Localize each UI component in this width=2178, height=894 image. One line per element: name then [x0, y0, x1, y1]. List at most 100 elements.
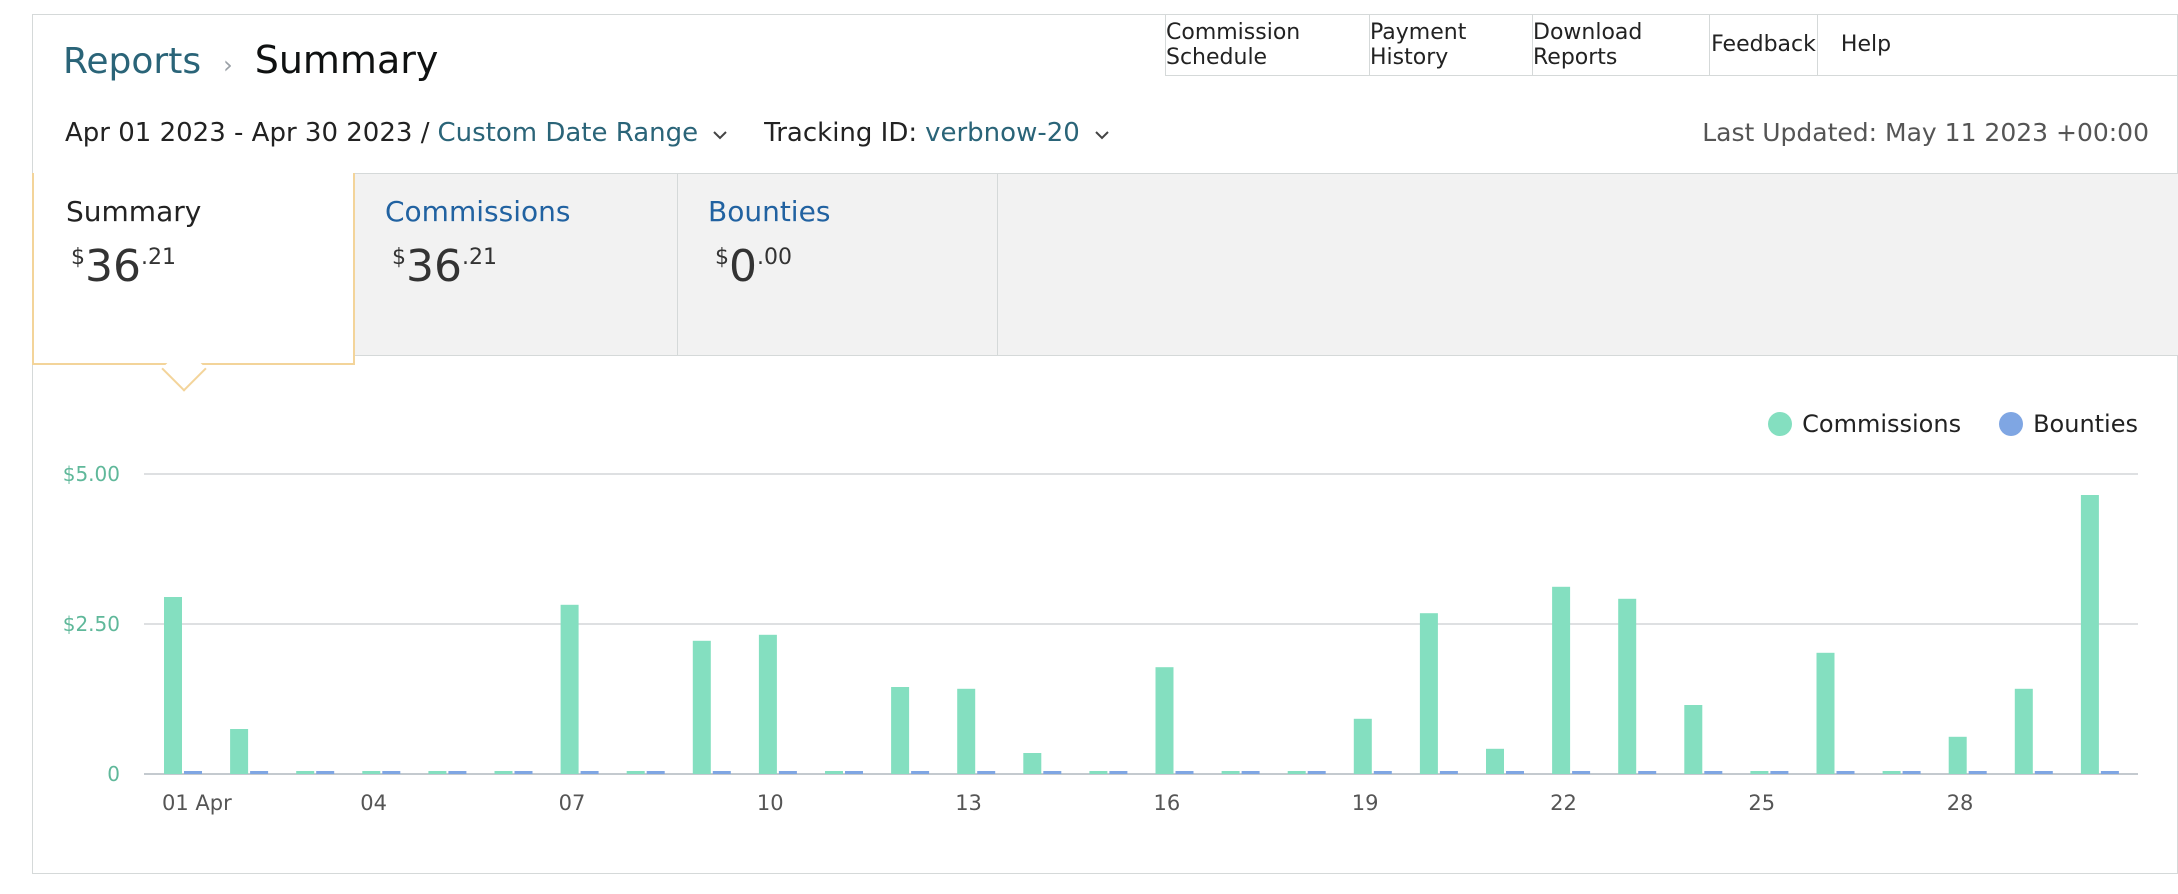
x-tick-label: 04	[360, 791, 387, 815]
commission-bar[interactable]	[230, 729, 249, 774]
bounty-bar[interactable]	[646, 771, 665, 774]
last-updated-text: Last Updated: May 11 2023 +00:00	[1702, 118, 2149, 147]
tile-commissions[interactable]: Commissions $36.21	[355, 173, 678, 356]
bounty-bar[interactable]	[184, 771, 202, 774]
x-tick-label: 07	[559, 791, 586, 815]
commission-bar[interactable]	[560, 604, 579, 774]
bounty-bar[interactable]	[977, 771, 996, 774]
commission-bar[interactable]	[296, 771, 315, 774]
commission-bar[interactable]	[494, 771, 513, 774]
bounty-bar[interactable]	[1439, 771, 1458, 774]
bounty-bar[interactable]	[845, 771, 863, 774]
bounty-bar[interactable]	[2100, 771, 2119, 774]
commission-bar[interactable]	[626, 771, 645, 774]
legend-commissions-dot	[1768, 412, 1793, 436]
commission-bar[interactable]	[825, 771, 843, 774]
tracking-id-dropdown[interactable]: verbnow-20	[925, 118, 1080, 148]
x-tick-label: 16	[1154, 791, 1181, 815]
commission-bar[interactable]	[692, 640, 711, 774]
breadcrumb-reports-link[interactable]: Reports	[63, 41, 201, 82]
tile-bounties[interactable]: Bounties $0.00	[678, 173, 998, 356]
x-tick-label: 10	[757, 791, 784, 815]
bounty-bar[interactable]	[316, 771, 335, 774]
bounty-bar[interactable]	[911, 771, 930, 774]
commission-bar[interactable]	[1948, 736, 1967, 774]
chevron-right-icon: ›	[223, 51, 233, 79]
bounty-bar[interactable]	[1770, 771, 1789, 774]
legend-bounties[interactable]: Bounties	[1999, 410, 2138, 438]
commission-bar[interactable]	[1882, 771, 1901, 774]
tile-commissions-amount: $36.21	[392, 241, 497, 292]
filter-bar: Apr 01 2023 - Apr 30 2023 / Custom Date …	[65, 118, 1110, 148]
page-title: Summary	[254, 38, 439, 82]
commission-bar[interactable]	[1750, 771, 1769, 774]
legend-bounties-dot	[1999, 412, 2024, 436]
bounty-bar[interactable]	[778, 771, 797, 774]
tile-summary[interactable]: Summary $36.21	[32, 173, 355, 392]
commission-bar[interactable]	[1816, 652, 1835, 774]
commission-bar[interactable]	[2080, 495, 2099, 774]
breadcrumb: Reports › Summary	[63, 38, 438, 82]
bounty-bar[interactable]	[580, 771, 599, 774]
legend-commissions[interactable]: Commissions	[1768, 410, 1961, 438]
bounty-bar[interactable]	[382, 771, 401, 774]
bounty-bar[interactable]	[1638, 771, 1657, 774]
y-tick-label: 0	[107, 762, 120, 786]
bounty-bar[interactable]	[514, 771, 533, 774]
commission-bar[interactable]	[1486, 748, 1504, 774]
commission-bar[interactable]	[957, 688, 976, 774]
bounty-bar[interactable]	[448, 771, 467, 774]
commission-bar[interactable]	[1684, 705, 1703, 774]
bounty-bar[interactable]	[1307, 771, 1326, 774]
bounty-bar[interactable]	[1704, 771, 1723, 774]
x-tick-label: 22	[1550, 791, 1577, 815]
commission-bar[interactable]	[428, 771, 447, 774]
bounty-bar[interactable]	[1043, 771, 1062, 774]
commission-bar[interactable]	[1155, 667, 1174, 774]
commission-bar[interactable]	[1552, 586, 1571, 774]
tile-summary-amount: $36.21	[71, 241, 176, 292]
bounty-bar[interactable]	[250, 771, 269, 774]
date-range-text: Apr 01 2023 - Apr 30 2023 /	[65, 118, 430, 148]
bounty-bar[interactable]	[1506, 771, 1524, 774]
bounty-bar[interactable]	[712, 771, 731, 774]
chart-legend: Commissions Bounties	[1730, 410, 2138, 438]
tracking-id-label: Tracking ID:	[764, 118, 918, 148]
commission-bar[interactable]	[362, 771, 381, 774]
bounty-bar[interactable]	[1373, 771, 1392, 774]
chevron-down-icon[interactable]	[712, 118, 728, 148]
commission-bar[interactable]	[1618, 598, 1637, 774]
commission-bar[interactable]	[1353, 718, 1372, 774]
y-tick-label: $5.00	[63, 462, 120, 486]
commission-bar[interactable]	[1419, 613, 1438, 774]
tab-help[interactable]: Help	[1818, 14, 1914, 75]
commission-bar[interactable]	[1089, 771, 1108, 774]
bounty-bar[interactable]	[1968, 771, 1987, 774]
commission-bar[interactable]	[891, 687, 910, 774]
bounty-bar[interactable]	[1241, 771, 1260, 774]
chart-area: 0 $2.50 $5.00 01 Apr 04 07 10 13 16 19 22 25 28 Comm…	[32, 356, 2178, 874]
chevron-down-icon[interactable]	[1094, 118, 1110, 148]
commission-bar[interactable]	[1221, 771, 1240, 774]
commission-bar[interactable]	[758, 634, 777, 774]
tile-bounties-label: Bounties	[708, 195, 831, 228]
bounty-bar[interactable]	[1109, 771, 1128, 774]
bounty-bar[interactable]	[1836, 771, 1855, 774]
commission-bar[interactable]	[2014, 688, 2033, 774]
date-range-dropdown[interactable]: Custom Date Range	[437, 118, 698, 148]
x-tick-label: 28	[1947, 791, 1974, 815]
bounty-bar[interactable]	[2034, 771, 2053, 774]
tab-payment-history[interactable]: Payment History	[1370, 14, 1533, 75]
tab-download-reports[interactable]: Download Reports	[1533, 14, 1710, 75]
tab-feedback[interactable]: Feedback	[1710, 14, 1818, 75]
tile-bounties-amount: $0.00	[715, 241, 792, 292]
bounty-bar[interactable]	[1902, 771, 1921, 774]
bounty-bar[interactable]	[1572, 771, 1591, 774]
commission-bar[interactable]	[1023, 753, 1042, 774]
tile-summary-label: Summary	[66, 195, 202, 228]
bounty-bar[interactable]	[1175, 771, 1194, 774]
tile-commissions-label: Commissions	[385, 195, 571, 228]
commission-bar[interactable]	[164, 597, 182, 774]
commission-bar[interactable]	[1287, 771, 1306, 774]
tab-commission-schedule[interactable]: Commission Schedule	[1166, 14, 1370, 75]
